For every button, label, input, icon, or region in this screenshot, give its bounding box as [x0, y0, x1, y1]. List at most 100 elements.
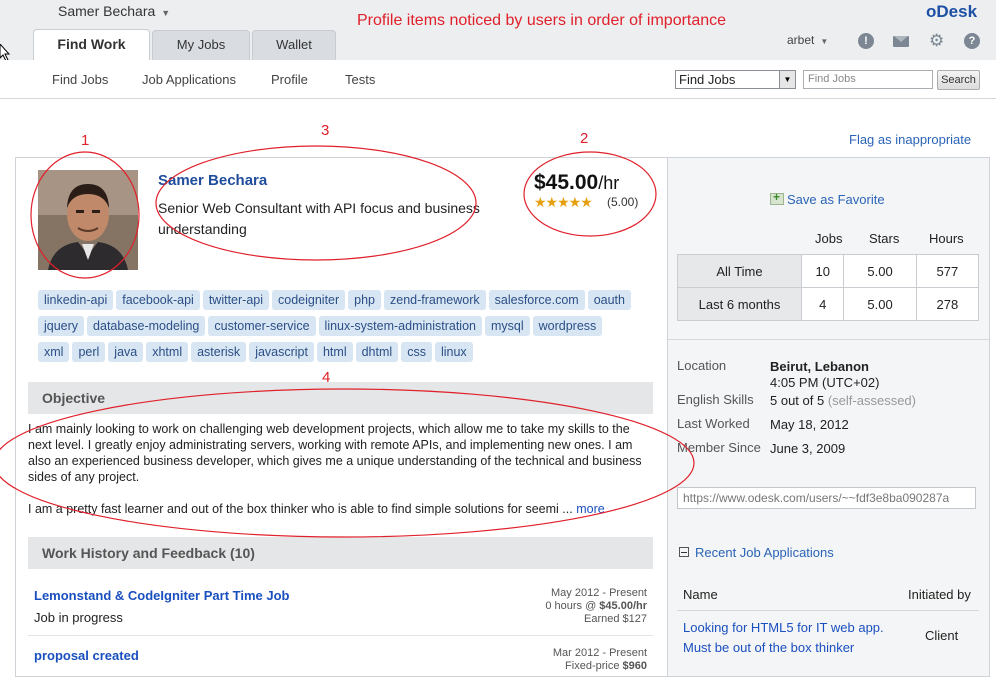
subnav-profile[interactable]: Profile [271, 72, 308, 87]
skill-tag[interactable]: customer-service [208, 316, 316, 336]
skill-tag[interactable]: asterisk [191, 342, 247, 362]
job-status: Job in progress [34, 610, 123, 625]
tab-find-work[interactable]: Find Work [33, 29, 150, 61]
subnav-find-jobs[interactable]: Find Jobs [52, 72, 108, 87]
skill-tag[interactable]: zend-framework [384, 290, 486, 310]
job-meta: Mar 2012 - Present Fixed-price $960 [553, 647, 647, 673]
stats-hours: 577 [915, 254, 980, 288]
chevron-down-icon: ▼ [820, 37, 829, 46]
skill-tag[interactable]: wordpress [532, 316, 603, 336]
skill-tag[interactable]: linux-system-administration [318, 316, 482, 336]
avatar [38, 170, 138, 270]
stats-jobs: 10 [800, 254, 845, 288]
recent-applications-toggle[interactable]: Recent Job Applications [679, 545, 834, 560]
stats-row-label: Last 6 months [677, 287, 802, 321]
add-favorite-icon [770, 190, 784, 205]
member-since-label: Member Since [677, 440, 761, 455]
skill-tag[interactable]: twitter-api [202, 290, 269, 310]
alert-icon[interactable]: ! [858, 33, 874, 49]
skill-tag[interactable]: php [348, 290, 382, 310]
skill-tag[interactable]: perl [72, 342, 106, 362]
subnav-job-applications[interactable]: Job Applications [142, 72, 236, 87]
location-label: Location [677, 358, 727, 373]
skill-tag[interactable]: javascript [249, 342, 314, 362]
annotation-number: 4 [322, 369, 331, 386]
flag-inappropriate-link[interactable]: Flag as inappropriate [849, 132, 971, 147]
skill-tag[interactable]: linkedin-api [38, 290, 114, 310]
profile-title: Senior Web Consultant with API focus and… [158, 200, 480, 237]
stats-row: All Time 10 5.00 577 [677, 254, 980, 288]
stats-col-stars: Stars [869, 231, 900, 246]
skill-tag[interactable]: linux [434, 342, 473, 362]
job-earned: Earned $127 [584, 613, 647, 625]
member-since-value: June 3, 2009 [770, 441, 846, 456]
job-hours: 0 hours @ $45.00/hr [545, 600, 647, 612]
user-name: Samer Bechara [58, 3, 156, 19]
search-type-value: Find Jobs [679, 72, 736, 87]
help-icon[interactable]: ? [964, 33, 980, 49]
job-price: Fixed-price $960 [565, 660, 647, 672]
job-title-link[interactable]: proposal created [34, 648, 139, 663]
skill-tag[interactable]: codeigniter [272, 290, 346, 310]
col-name: Name [683, 587, 718, 602]
hourly-rate: $45.00/hr [534, 171, 620, 194]
dropdown-arrow-icon[interactable]: ▼ [779, 71, 795, 88]
skill-tag[interactable]: xhtml [146, 342, 189, 362]
col-initiated-by: Initiated by [908, 587, 971, 602]
skill-tag[interactable]: java [108, 342, 144, 362]
stats-col-hours: Hours [929, 231, 964, 246]
gear-icon[interactable]: ⚙ [929, 32, 944, 49]
subnav-tests[interactable]: Tests [345, 72, 375, 87]
annotation-number: 1 [81, 132, 90, 149]
skill-tag[interactable]: facebook-api [116, 290, 200, 310]
job-row: Lemonstand & CodeIgniter Part Time Job J… [28, 579, 653, 636]
job-row: proposal created Mar 2012 - Present Fixe… [28, 637, 653, 677]
odesk-logo[interactable]: oDesk [926, 2, 977, 22]
skill-tag[interactable]: xml [38, 342, 70, 362]
account-menu[interactable]: arbet ▼ [787, 33, 828, 47]
more-link[interactable]: more [576, 502, 604, 516]
job-dates: May 2012 - Present [551, 587, 647, 599]
stats-jobs: 4 [800, 287, 845, 321]
last-worked-value: May 18, 2012 [770, 417, 849, 432]
objective-header: Objective [28, 382, 653, 414]
skill-tag[interactable]: salesforce.com [488, 290, 585, 310]
skill-tag[interactable]: jquery [38, 316, 85, 336]
stats-table: All Time 10 5.00 577 Last 6 months 4 5.0… [677, 254, 980, 321]
divider [668, 339, 989, 340]
location-value: Beirut, Lebanon [770, 359, 869, 374]
job-meta: May 2012 - Present 0 hours @ $45.00/hr E… [545, 587, 647, 626]
search-input[interactable]: Find Jobs [803, 70, 933, 89]
skill-tag[interactable]: html [316, 342, 353, 362]
skill-tag[interactable]: mysql [484, 316, 530, 336]
save-as-favorite-link[interactable]: Save as Favorite [770, 190, 885, 207]
tab-wallet[interactable]: Wallet [252, 30, 336, 60]
job-title-link[interactable]: Lemonstand & CodeIgniter Part Time Job [34, 588, 289, 603]
profile-name[interactable]: Samer Bechara [158, 172, 267, 189]
search-button[interactable]: Search [937, 70, 980, 90]
sub-navigation: Find Jobs Job Applications Profile Tests… [0, 60, 996, 99]
profile-url-field[interactable]: https://www.odesk.com/users/~~fdf3e8ba09… [677, 487, 976, 509]
top-header: Samer Bechara ▼ Profile items noticed by … [0, 0, 996, 62]
rating-stars-icon: ★★★★★ [534, 194, 593, 210]
english-skills-label: English Skills [677, 392, 754, 407]
user-menu[interactable]: Samer Bechara ▼ [58, 3, 170, 19]
initiated-by-value: Client [925, 628, 959, 643]
skills-list: linkedin-api facebook-api twitter-api codei… [38, 290, 638, 368]
application-link[interactable]: Looking for HTML5 for IT web app. Must be… [683, 618, 884, 658]
stats-stars: 5.00 [843, 254, 917, 288]
search-type-select[interactable]: Find Jobs ▼ [675, 70, 796, 89]
skill-tag[interactable]: css [401, 342, 432, 362]
annotation-number: 2 [580, 130, 589, 147]
english-skills-value: 5 out of 5 (self-assessed) [770, 393, 916, 408]
tab-my-jobs[interactable]: My Jobs [152, 30, 250, 60]
stats-row-label: All Time [677, 254, 802, 288]
skill-tag[interactable]: database-modeling [87, 316, 206, 336]
skill-tag[interactable]: oauth [587, 290, 631, 310]
stats-hours: 278 [915, 287, 980, 321]
last-worked-label: Last Worked [677, 416, 750, 431]
stats-col-jobs: Jobs [815, 231, 843, 246]
mail-icon[interactable] [893, 36, 909, 47]
skill-tag[interactable]: dhtml [355, 342, 399, 362]
job-dates: Mar 2012 - Present [552, 647, 647, 659]
